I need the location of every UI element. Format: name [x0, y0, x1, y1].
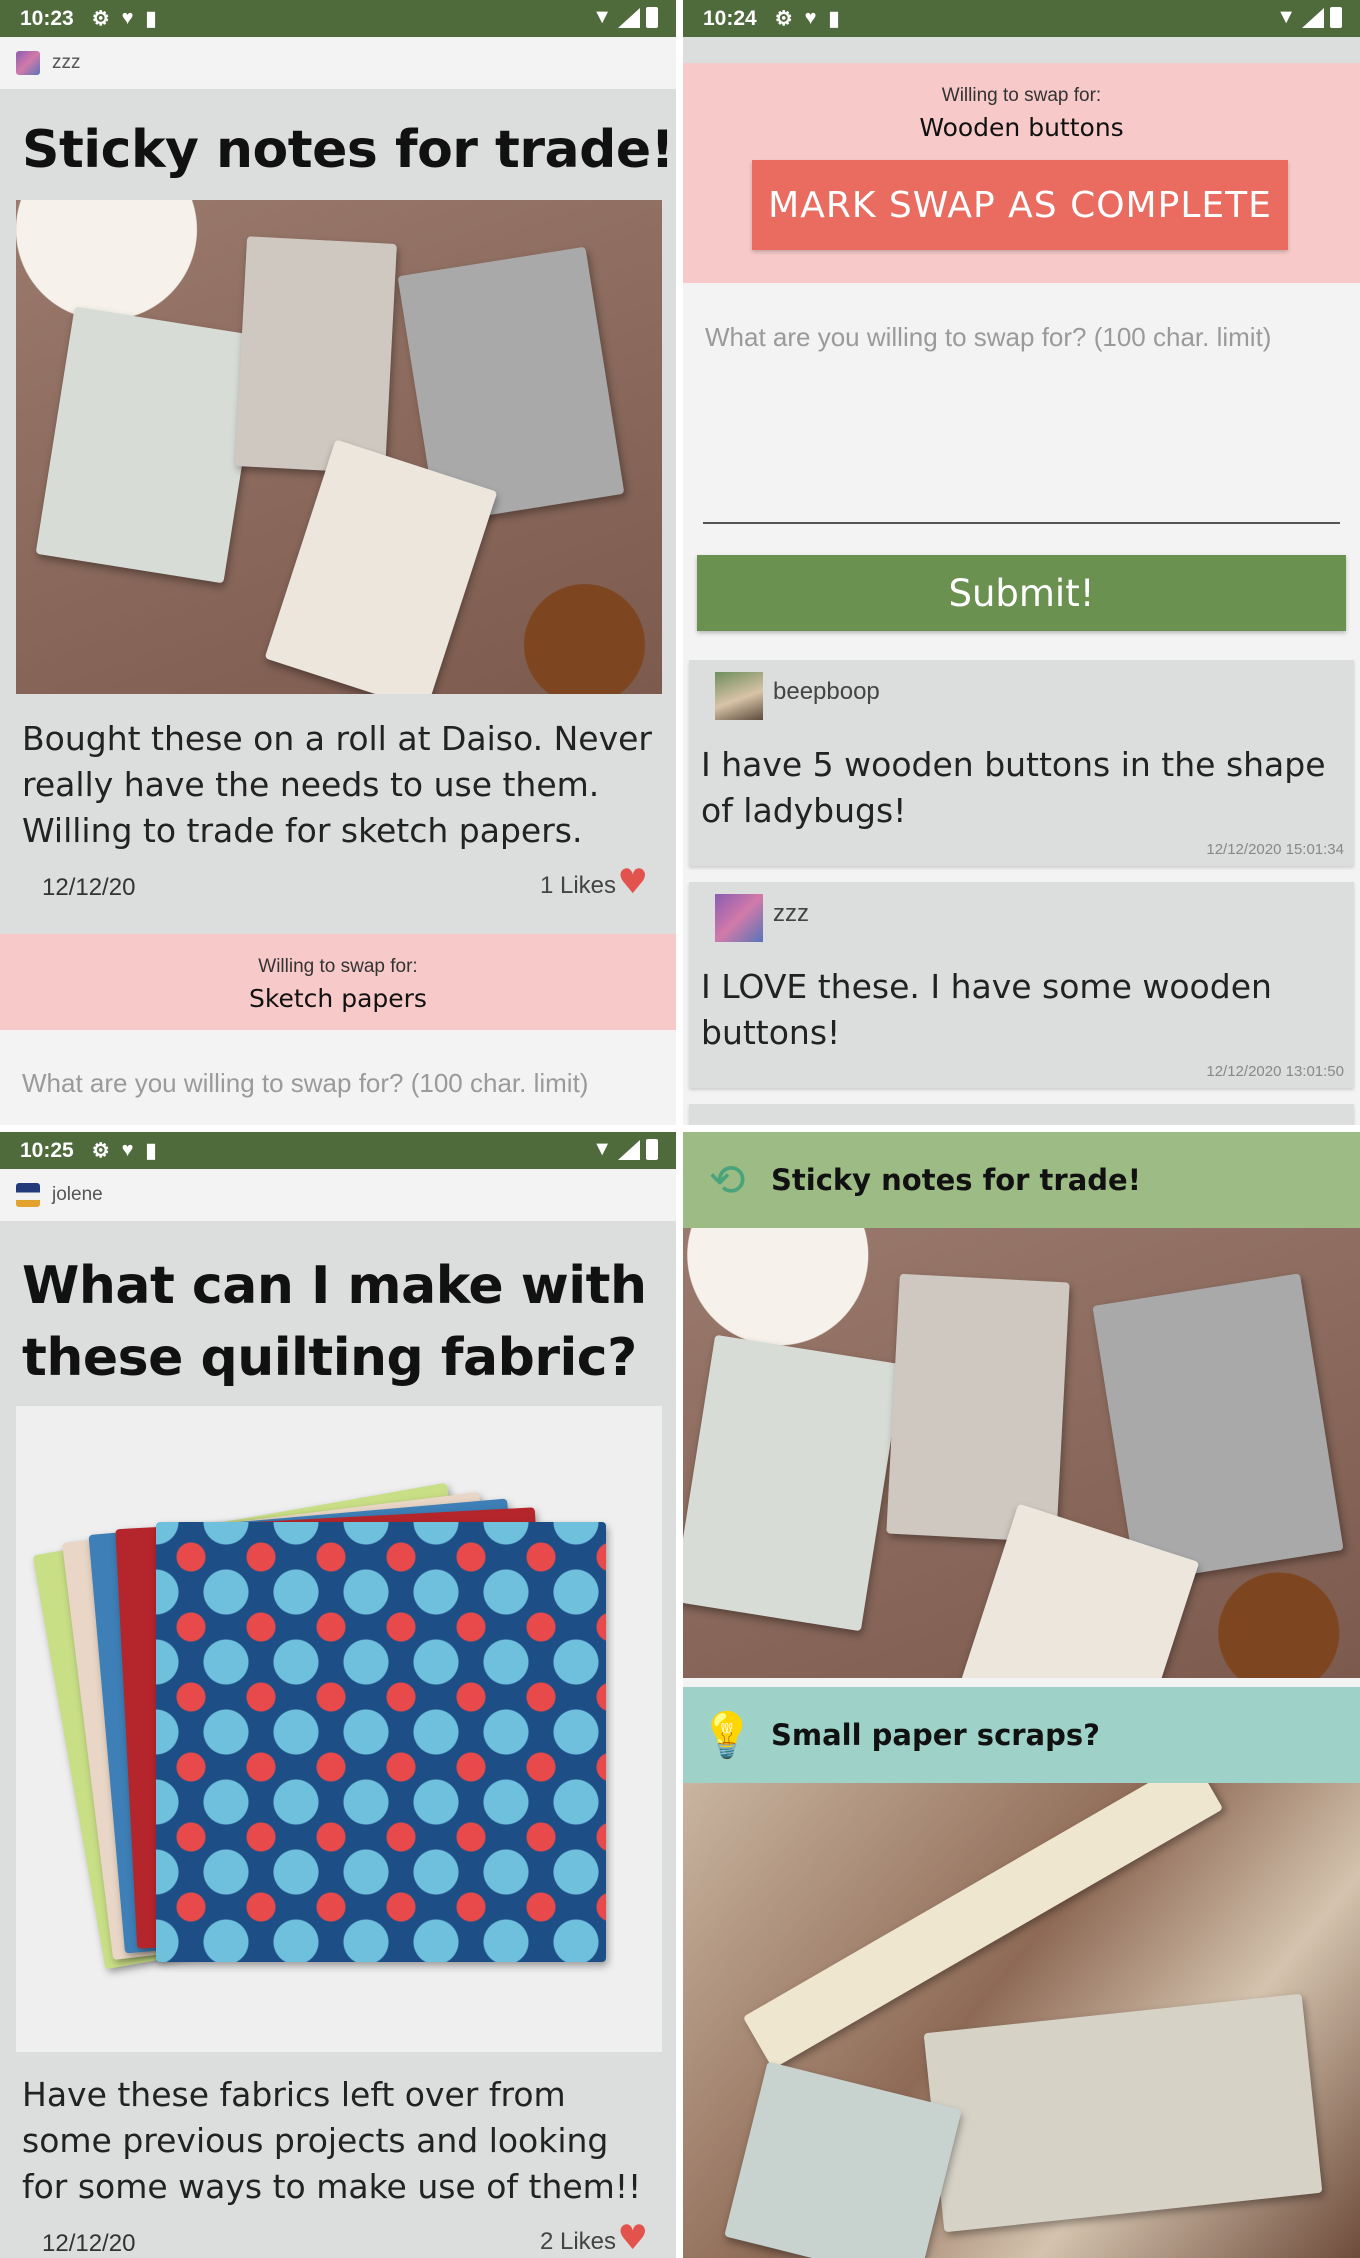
- comment-author: zzz: [773, 900, 809, 927]
- post-detail-screen-3: 10:25 ⚙ ♥ ▮ ▼ jolene What can I make wit…: [0, 1132, 676, 2258]
- swap-input[interactable]: What are you willing to swap for? (100 c…: [22, 1066, 654, 1100]
- comment-text: I LOVE these. I have some wooden buttons…: [701, 967, 1272, 1052]
- status-bar: 10:23 ⚙ ♥ ▮ ▼: [0, 0, 676, 37]
- scroll-gap: [683, 37, 1360, 63]
- feed-item-image[interactable]: [683, 1228, 1360, 1678]
- comment-text: I have 5 wooden buttons in the shape of …: [701, 745, 1326, 830]
- comment-timestamp: 12/12/2020 15:01:34: [1206, 841, 1344, 858]
- comment-card: zzz I LOVE these. I have some wooden but…: [689, 882, 1354, 1088]
- post-image-quilting-fabric: [16, 1406, 662, 2052]
- comment-card: beepboop I have 5 wooden buttons in the …: [689, 660, 1354, 866]
- heart-status-icon: ♥: [121, 1139, 134, 1161]
- feed-item-header[interactable]: ⟲ Sticky notes for trade!: [683, 1132, 1360, 1228]
- sd-card-icon: ▮: [828, 8, 840, 30]
- post-description: Bought these on a roll at Daiso. Never r…: [22, 719, 652, 850]
- signal-icon: [1302, 7, 1324, 28]
- battery-icon: [646, 1139, 658, 1160]
- wifi-icon: ▼: [592, 1138, 612, 1160]
- comment-timestamp: 12/12/2020 13:01:50: [1206, 1063, 1344, 1080]
- comment-author: beepboop: [773, 678, 880, 705]
- post-detail-screen-1: 10:23 ⚙ ♥ ▮ ▼ zzz Sticky notes for trade…: [0, 0, 676, 1125]
- post-date: 12/12/20: [42, 874, 136, 901]
- heart-status-icon: ♥: [804, 7, 817, 29]
- settings-icon: ⚙: [774, 8, 793, 30]
- status-bar: 10:25 ⚙ ♥ ▮ ▼: [0, 1132, 676, 1169]
- feed-screen: ⟲ Sticky notes for trade! 💡 Small paper …: [683, 1132, 1360, 2258]
- like-heart-icon[interactable]: ♥: [618, 2218, 648, 2258]
- settings-icon: ⚙: [91, 8, 110, 30]
- status-bar: 10:24 ⚙ ♥ ▮ ▼: [683, 0, 1360, 37]
- post-image-sticky-notes: [16, 200, 662, 694]
- post-date: 12/12/20: [42, 2230, 136, 2257]
- swap-value: Sketch papers: [249, 984, 427, 1013]
- mark-swap-complete-button[interactable]: MARK SWAP AS COMPLETE: [752, 160, 1288, 250]
- avatar: [16, 1183, 40, 1207]
- author-name: zzz: [52, 52, 81, 73]
- sd-card-icon: ▮: [145, 1140, 157, 1162]
- battery-icon: [646, 7, 658, 28]
- like-count: 1 Likes: [539, 872, 616, 899]
- status-time: 10:25: [20, 1138, 74, 1162]
- submit-button[interactable]: Submit!: [697, 555, 1346, 631]
- wifi-icon: ▼: [1276, 6, 1296, 28]
- swap-label: Willing to swap for:: [941, 85, 1102, 106]
- input-underline: [703, 522, 1340, 524]
- feed-item-title: Small paper scraps?: [771, 1718, 1100, 1752]
- feed-item-header[interactable]: 💡 Small paper scraps?: [683, 1687, 1360, 1783]
- avatar: [16, 51, 40, 75]
- avatar: [715, 894, 763, 942]
- lightbulb-icon: 💡: [699, 1710, 755, 1761]
- post-detail-screen-2: 10:24 ⚙ ♥ ▮ ▼ Willing to swap for: Woode…: [683, 0, 1360, 1125]
- swap-value: Wooden buttons: [919, 113, 1124, 142]
- post-title: What can I make with these quilting fabr…: [22, 1256, 647, 1388]
- status-time: 10:24: [703, 6, 757, 30]
- feed-item-title: Sticky notes for trade!: [771, 1163, 1141, 1197]
- comment-card-partial: [689, 1104, 1354, 1125]
- post-title: Sticky notes for trade!: [22, 120, 674, 180]
- wifi-icon: ▼: [592, 6, 612, 28]
- post-author-bar[interactable]: zzz: [0, 37, 676, 89]
- swap-arrows-icon: ⟲: [708, 1154, 746, 1206]
- swap-input[interactable]: What are you willing to swap for? (100 c…: [705, 320, 1338, 354]
- like-count: 2 Likes: [539, 2228, 616, 2255]
- like-heart-icon[interactable]: ♥: [618, 862, 648, 902]
- battery-icon: [1330, 7, 1342, 28]
- signal-icon: [618, 1139, 640, 1160]
- sd-card-icon: ▮: [145, 8, 157, 30]
- avatar: [715, 672, 763, 720]
- status-time: 10:23: [20, 6, 74, 30]
- settings-icon: ⚙: [91, 1140, 110, 1162]
- feed-item-image[interactable]: [683, 1783, 1360, 2258]
- signal-icon: [618, 7, 640, 28]
- swap-label: Willing to swap for:: [258, 956, 418, 977]
- post-description: Have these fabrics left over from some p…: [22, 2075, 642, 2206]
- swap-request-box: Willing to swap for: Sketch papers: [0, 934, 676, 1030]
- author-name: jolene: [52, 1184, 103, 1205]
- heart-status-icon: ♥: [121, 7, 134, 29]
- post-author-bar[interactable]: jolene: [0, 1169, 676, 1221]
